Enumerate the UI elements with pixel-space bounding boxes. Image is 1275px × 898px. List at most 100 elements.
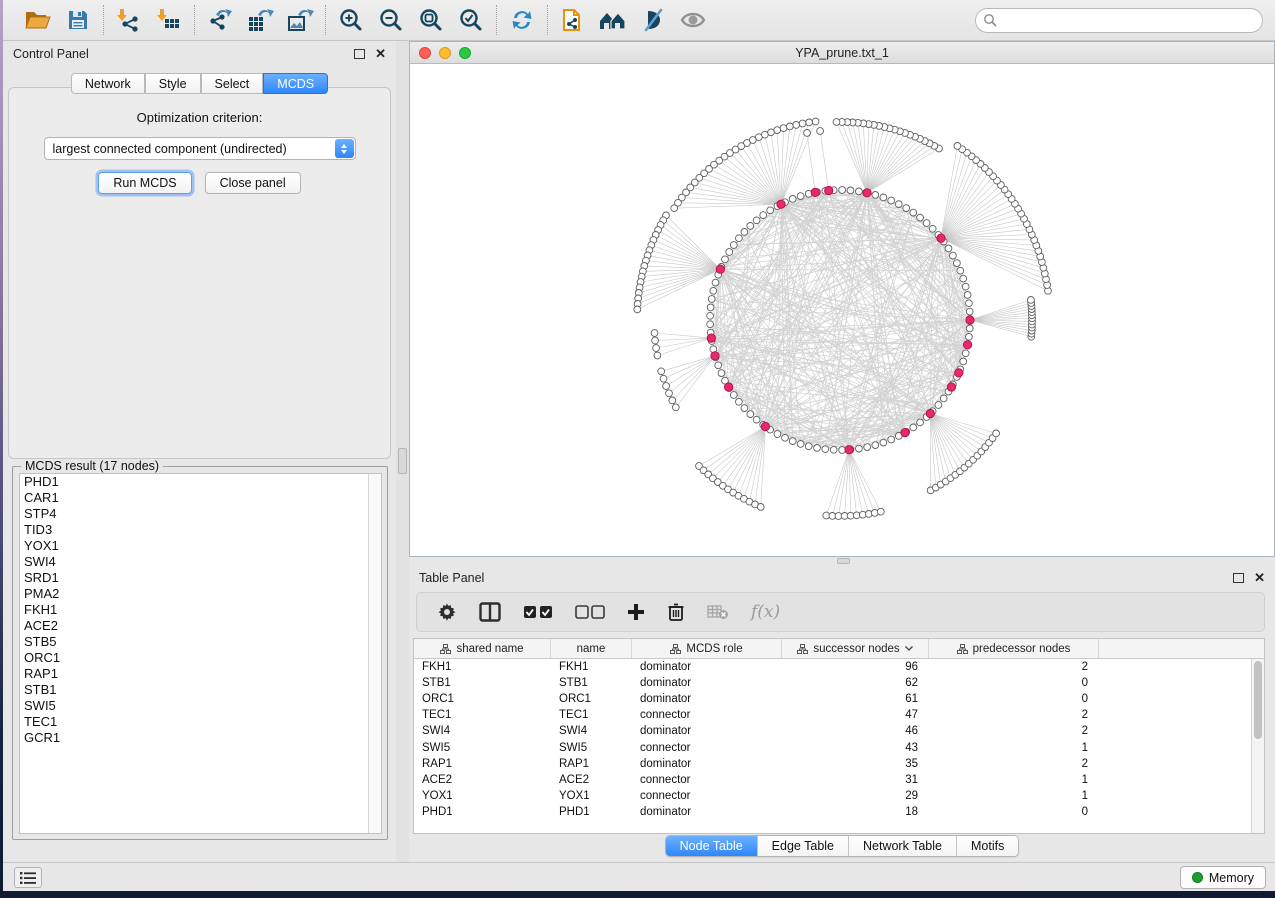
table-row[interactable]: TEC1TEC1connector472 bbox=[414, 707, 1251, 723]
table-toolbar: f(x) bbox=[416, 592, 1265, 632]
table-row[interactable]: ORC1ORC1dominator610 bbox=[414, 691, 1251, 707]
mcds-list-scrollbar[interactable] bbox=[368, 474, 381, 833]
table-row[interactable]: PHD1PHD1dominator180 bbox=[414, 804, 1251, 820]
search-input[interactable] bbox=[975, 8, 1263, 33]
export-table-icon[interactable] bbox=[244, 5, 276, 35]
cell: 61 bbox=[782, 693, 929, 705]
table-row[interactable]: RAP1RAP1dominator352 bbox=[414, 756, 1251, 772]
control-panel-tabs: NetworkStyleSelectMCDS bbox=[3, 73, 396, 94]
table-row[interactable]: SWI4SWI4dominator462 bbox=[414, 723, 1251, 739]
add-column-icon[interactable] bbox=[627, 603, 645, 621]
select-all-icon[interactable] bbox=[523, 605, 553, 619]
zoom-out-icon[interactable] bbox=[375, 5, 407, 35]
network-view-window: YPA_prune.txt_1 bbox=[409, 41, 1275, 557]
mcds-result-item[interactable]: TID3 bbox=[20, 522, 381, 538]
homes-icon[interactable] bbox=[597, 5, 629, 35]
table-panel-title: Table Panel bbox=[419, 571, 484, 585]
close-panel-icon[interactable]: ✕ bbox=[375, 49, 386, 59]
network-from-file-icon[interactable] bbox=[557, 5, 589, 35]
mcds-result-item[interactable]: CAR1 bbox=[20, 490, 381, 506]
network-canvas[interactable] bbox=[410, 64, 1274, 556]
cell: 31 bbox=[782, 774, 929, 786]
deselect-all-icon[interactable] bbox=[575, 605, 605, 619]
table-body: FKH1FKH1dominator962STB1STB1dominator620… bbox=[414, 659, 1251, 833]
splitter-grip[interactable] bbox=[398, 448, 407, 474]
mcds-result-item[interactable]: ORC1 bbox=[20, 650, 381, 666]
mcds-result-group: MCDS result (17 nodes) PHD1CAR1STP4TID3Y… bbox=[12, 466, 388, 840]
delete-table-icon[interactable] bbox=[707, 604, 729, 620]
mcds-result-item[interactable]: SWI4 bbox=[20, 554, 381, 570]
split-panel-icon[interactable] bbox=[479, 602, 501, 622]
tab-edge-table[interactable]: Edge Table bbox=[758, 836, 849, 856]
show-graphics-icon[interactable] bbox=[677, 5, 709, 35]
criterion-selected-value: largest connected component (undirected) bbox=[45, 142, 355, 156]
mcds-result-item[interactable]: FKH1 bbox=[20, 602, 381, 618]
hide-annotations-icon[interactable] bbox=[637, 5, 669, 35]
close-panel-button[interactable]: Close panel bbox=[205, 172, 301, 194]
column-header-successor-nodes[interactable]: successor nodes bbox=[782, 639, 929, 658]
zoom-in-icon[interactable] bbox=[335, 5, 367, 35]
control-panel: Control Panel ✕ NetworkStyleSelectMCDS O… bbox=[3, 41, 396, 862]
mcds-result-item[interactable]: YOX1 bbox=[20, 538, 381, 554]
tab-select[interactable]: Select bbox=[201, 73, 264, 94]
mcds-result-item[interactable]: ACE2 bbox=[20, 618, 381, 634]
run-mcds-button[interactable]: Run MCDS bbox=[98, 172, 191, 194]
tab-motifs[interactable]: Motifs bbox=[957, 836, 1018, 856]
cell: ACE2 bbox=[551, 774, 632, 786]
scrollbar-thumb[interactable] bbox=[1254, 661, 1262, 739]
open-file-icon[interactable] bbox=[22, 5, 54, 35]
table-scrollbar[interactable] bbox=[1251, 659, 1264, 833]
table-row[interactable]: STB1STB1dominator620 bbox=[414, 675, 1251, 691]
cell: 2 bbox=[929, 758, 1099, 770]
zoom-selected-icon[interactable] bbox=[455, 5, 487, 35]
cell: 62 bbox=[782, 677, 929, 689]
mcds-result-item[interactable]: TEC1 bbox=[20, 714, 381, 730]
export-network-icon[interactable] bbox=[204, 5, 236, 35]
criterion-select[interactable]: largest connected component (undirected) bbox=[44, 137, 356, 160]
column-header-shared-name[interactable]: shared name bbox=[414, 639, 551, 658]
tab-network[interactable]: Network bbox=[71, 73, 145, 94]
mcds-result-item[interactable]: STB1 bbox=[20, 682, 381, 698]
cell: dominator bbox=[632, 806, 782, 818]
horizontal-splitter[interactable] bbox=[409, 557, 1275, 565]
import-network-icon[interactable] bbox=[113, 5, 145, 35]
settings-gear-icon[interactable] bbox=[437, 602, 457, 622]
column-header-MCDS-role[interactable]: MCDS role bbox=[632, 639, 782, 658]
mcds-result-item[interactable]: SRD1 bbox=[20, 570, 381, 586]
refresh-icon[interactable] bbox=[506, 5, 538, 35]
table-row[interactable]: FKH1FKH1dominator962 bbox=[414, 659, 1251, 675]
splitter-grip[interactable] bbox=[837, 558, 850, 564]
mcds-result-list[interactable]: PHD1CAR1STP4TID3YOX1SWI4SRD1PMA2FKH1ACE2… bbox=[19, 473, 382, 834]
mcds-result-item[interactable]: STB5 bbox=[20, 634, 381, 650]
float-panel-icon[interactable] bbox=[354, 49, 365, 59]
mcds-result-item[interactable]: PHD1 bbox=[20, 474, 381, 490]
delete-column-icon[interactable] bbox=[667, 602, 685, 622]
mcds-result-item[interactable]: PMA2 bbox=[20, 586, 381, 602]
tab-node-table[interactable]: Node Table bbox=[666, 836, 758, 856]
close-panel-icon[interactable]: ✕ bbox=[1254, 573, 1265, 583]
float-panel-icon[interactable] bbox=[1233, 573, 1244, 583]
table-row[interactable]: SWI5SWI5connector431 bbox=[414, 739, 1251, 755]
zoom-fit-icon[interactable] bbox=[415, 5, 447, 35]
function-builder-icon[interactable]: f(x) bbox=[751, 602, 780, 622]
mcds-result-item[interactable]: RAP1 bbox=[20, 666, 381, 682]
import-table-icon[interactable] bbox=[153, 5, 185, 35]
tab-style[interactable]: Style bbox=[145, 73, 201, 94]
mcds-result-item[interactable]: SWI5 bbox=[20, 698, 381, 714]
tab-network-table[interactable]: Network Table bbox=[849, 836, 957, 856]
cell: TEC1 bbox=[414, 709, 551, 721]
vertical-splitter[interactable] bbox=[396, 41, 409, 862]
column-header-predecessor-nodes[interactable]: predecessor nodes bbox=[929, 639, 1099, 658]
mcds-result-item[interactable]: STP4 bbox=[20, 506, 381, 522]
table-row[interactable]: YOX1YOX1connector291 bbox=[414, 788, 1251, 804]
network-view-titlebar[interactable]: YPA_prune.txt_1 bbox=[410, 42, 1274, 64]
tab-mcds[interactable]: MCDS bbox=[263, 73, 328, 94]
mcds-result-item[interactable]: GCR1 bbox=[20, 730, 381, 746]
cell: 2 bbox=[929, 725, 1099, 737]
column-header-name[interactable]: name bbox=[551, 639, 632, 658]
task-history-button[interactable] bbox=[14, 867, 42, 888]
export-image-icon[interactable] bbox=[284, 5, 316, 35]
table-row[interactable]: ACE2ACE2connector311 bbox=[414, 772, 1251, 788]
save-session-icon[interactable] bbox=[62, 5, 94, 35]
memory-button[interactable]: Memory bbox=[1180, 866, 1266, 889]
